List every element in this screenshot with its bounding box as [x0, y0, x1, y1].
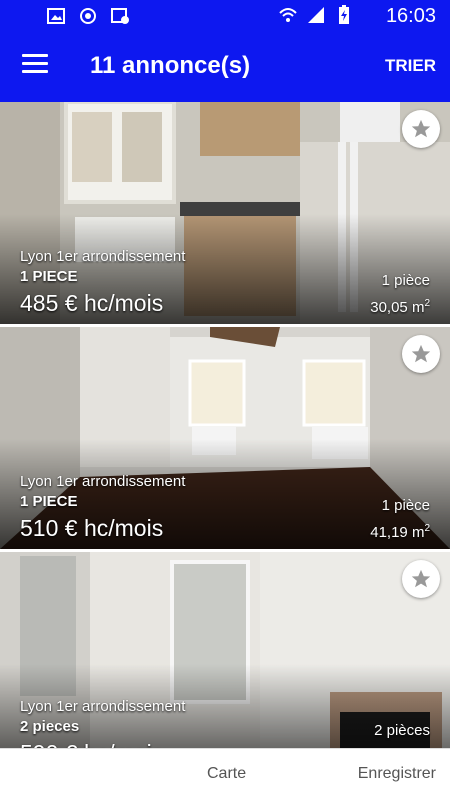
image-icon [47, 8, 65, 24]
favorite-button[interactable] [402, 110, 440, 148]
listing-rooms: 2 pièces [374, 722, 430, 739]
app-bar: 11 annonce(s) TRIER [0, 32, 450, 102]
signal-icon [308, 7, 324, 23]
listing-location: Lyon 1er arrondissement [20, 698, 186, 715]
save-search-button[interactable]: Enregistrer [358, 765, 436, 783]
star-icon [411, 119, 431, 138]
listing-rooms: 1 pièce [381, 497, 430, 514]
status-bar: 16:03 [0, 0, 450, 32]
status-right-icons [278, 5, 354, 25]
hamburger-menu-icon[interactable] [22, 54, 48, 78]
status-left-icons [46, 6, 130, 26]
favorite-button[interactable] [402, 335, 440, 373]
sync-icon [80, 8, 96, 24]
favorite-button[interactable] [402, 560, 440, 598]
listing-type: 1 PIECE [20, 493, 78, 510]
image-notification-icon [111, 8, 129, 24]
map-button[interactable]: Carte [207, 765, 246, 783]
listing-area-unit: 2 [424, 523, 430, 534]
battery-charging-icon [339, 5, 349, 24]
listing-card[interactable]: Lyon 1er arrondissement 1 PIECE 485 € hc… [0, 102, 450, 324]
listing-card[interactable]: Lyon 1er arrondissement 2 pieces 590 € h… [0, 552, 450, 748]
listing-type: 2 pieces [20, 718, 80, 735]
listing-location: Lyon 1er arrondissement [20, 248, 186, 265]
listing-price: 590 € hc/mois [20, 740, 163, 748]
listing-area: 41,19 m2 [370, 523, 430, 541]
listing-location: Lyon 1er arrondissement [20, 473, 186, 490]
page-title: 11 annonce(s) [90, 52, 251, 79]
listing-card[interactable]: Lyon 1er arrondissement 1 PIECE 510 € hc… [0, 327, 450, 549]
listing-price: 485 € hc/mois [20, 290, 164, 316]
listing-area-value: 41,19 m [370, 524, 425, 541]
wifi-icon [279, 8, 297, 22]
bottom-bar: Carte Enregistrer [0, 748, 450, 801]
listing-area-unit: 2 [424, 298, 430, 309]
listing-rooms: 1 pièce [381, 272, 430, 289]
listing-list[interactable]: Lyon 1er arrondissement 1 PIECE 485 € hc… [0, 102, 450, 748]
listing-price: 510 € hc/mois [20, 515, 164, 541]
star-icon [411, 344, 431, 363]
sort-button[interactable]: TRIER [385, 56, 436, 76]
listing-type: 1 PIECE [20, 268, 78, 285]
listing-area: 30,05 m2 [370, 298, 430, 316]
listing-area-value: 30,05 m [370, 299, 425, 316]
star-icon [411, 569, 431, 588]
status-time: 16:03 [385, 5, 436, 27]
